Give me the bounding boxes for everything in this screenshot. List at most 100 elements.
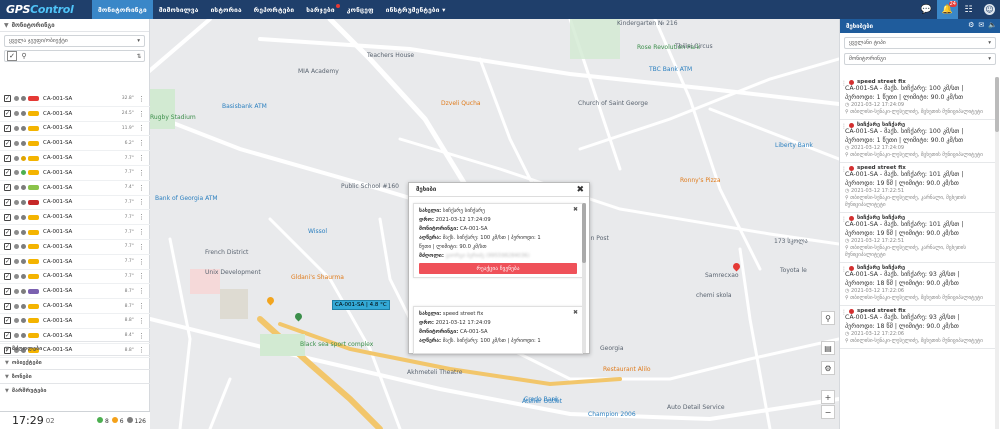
vehicle-row[interactable]: ✓ CA-001-SA 7.7° ⋮: [0, 196, 150, 211]
app-logo[interactable]: GPS Control: [0, 0, 92, 19]
kebab-menu-icon[interactable]: ⋮: [138, 169, 145, 177]
vehicle-row[interactable]: ✓ CA-001-SA 7.7° ⋮: [0, 151, 150, 166]
event-item[interactable]: ⋮ სიჩქარე სიჩქარე CA-001-SA - მაქს. სიჩქარ…: [840, 263, 995, 306]
event-type-select[interactable]: ყველანი ტიპი ▾: [844, 37, 996, 49]
kebab-menu-icon[interactable]: ⋮: [138, 287, 145, 295]
kebab-menu-icon[interactable]: ⋮: [841, 123, 847, 130]
map-poi-label[interactable]: Unix Development: [205, 269, 261, 276]
nav-item-4[interactable]: ხარჯები: [300, 0, 341, 19]
vehicle-row[interactable]: ✓ CA-001-SA 11.9° ⋮: [0, 122, 150, 137]
vehicle-row[interactable]: ✓ CA-001-SA 6.2° ⋮: [0, 136, 150, 152]
kebab-menu-icon[interactable]: ⋮: [841, 309, 847, 316]
map-poi-label[interactable]: Liberty Bank: [775, 142, 813, 149]
map-poi-label[interactable]: Toyota le: [780, 267, 807, 274]
vehicle-checkbox[interactable]: ✓: [4, 95, 11, 103]
event-object-select[interactable]: მონიტორინგი ▾: [844, 53, 996, 65]
mail-icon[interactable]: ✉: [978, 21, 984, 29]
events-scrollbar[interactable]: [995, 77, 999, 429]
map-poi-label[interactable]: Atelier Outlet: [522, 398, 562, 405]
map-poi-label[interactable]: Teachers House: [367, 52, 414, 59]
kebab-menu-icon[interactable]: ⋮: [138, 258, 145, 266]
show-reaction-button[interactable]: რეაქცია ჩვენება: [419, 263, 577, 274]
map-poi-label[interactable]: TBC Bank ATM: [649, 66, 692, 73]
event-item[interactable]: ⋮ speed street fix CA-001-SA - მაქს. სიჩქა…: [840, 77, 995, 120]
map-poi-label[interactable]: Bank of Georgia ATM: [155, 195, 218, 202]
map-poi-label[interactable]: Champion 2006: [588, 411, 636, 418]
vehicle-row[interactable]: ✓ CA-001-SA 7.7° ⋮: [0, 255, 150, 270]
settings-icon[interactable]: ⚙: [968, 21, 974, 29]
kebab-menu-icon[interactable]: ⋮: [841, 80, 847, 87]
map-search-icon[interactable]: ⚲: [821, 311, 835, 325]
vehicle-row[interactable]: ✓ CA-001-SA 8.8° ⋮: [0, 314, 150, 329]
kebab-menu-icon[interactable]: ⋮: [841, 266, 847, 273]
sort-icon[interactable]: ⇅: [134, 53, 144, 60]
section-header[interactable]: ▼ მძღოლები: [0, 341, 150, 355]
sound-icon[interactable]: 🔈: [988, 21, 997, 29]
select-all-checkbox[interactable]: ✓: [7, 51, 17, 61]
vehicle-checkbox[interactable]: ✓: [4, 198, 11, 206]
vehicle-row[interactable]: ✓ CA-001-SA 7.4° ⋮: [0, 181, 150, 196]
event-item[interactable]: ⋮ სიჩქარე სიჩქარე CA-001-SA - მაქს. სიჩქარ…: [840, 213, 995, 263]
map-poi-label[interactable]: Church of Saint George: [578, 100, 648, 107]
map-poi-label[interactable]: Dzveli Qucha: [441, 100, 481, 107]
search-icon[interactable]: ⚲: [19, 52, 29, 60]
kebab-menu-icon[interactable]: ⋮: [138, 95, 145, 103]
section-header[interactable]: ▼ მარშრუტები: [0, 383, 150, 397]
vehicle-checkbox[interactable]: ✓: [4, 169, 11, 177]
kebab-menu-icon[interactable]: ⋮: [138, 272, 145, 280]
vehicle-checkbox[interactable]: ✓: [4, 243, 11, 251]
nav-item-0[interactable]: მონიტორინგი: [92, 0, 153, 19]
vehicle-row[interactable]: ✓ CA-001-SA 7.7° ⋮: [0, 240, 150, 255]
section-header[interactable]: ▼ ზონები: [0, 369, 150, 383]
map-poi-label[interactable]: Gldani's Shaurma: [291, 274, 344, 281]
map-poi-label[interactable]: Samrecxao: [705, 272, 739, 279]
map-poi-label[interactable]: Tbilisi Circus: [675, 43, 713, 50]
map-poi-label[interactable]: 173 სკოლა: [774, 238, 808, 245]
notifications-bell-icon[interactable]: 🔔 24: [937, 0, 958, 19]
vehicle-row[interactable]: ✓ CA-001-SA 8.7° ⋮: [0, 284, 150, 300]
section-header[interactable]: ▼ ობიექტები: [0, 355, 150, 369]
nav-item-5[interactable]: კონცეფ: [341, 0, 380, 19]
map-poi-label[interactable]: Ronny's Pizza: [680, 177, 721, 184]
kebab-menu-icon[interactable]: ⋮: [841, 166, 847, 173]
vehicle-row[interactable]: ✓ CA-001-SA 24.5° ⋮: [0, 107, 150, 122]
kebab-menu-icon[interactable]: ⋮: [138, 317, 145, 325]
nav-item-1[interactable]: მიმოხილვა: [153, 0, 205, 19]
popup-close-icon[interactable]: ✖: [576, 185, 584, 195]
events-scroll-thumb[interactable]: [995, 77, 999, 132]
vehicle-checkbox[interactable]: ✓: [4, 302, 11, 310]
vehicle-checkbox[interactable]: ✓: [4, 228, 11, 236]
vehicle-checkbox[interactable]: ✓: [4, 110, 11, 118]
event-item[interactable]: ⋮ speed street fix CA-001-SA - მაქს. სიჩქა…: [840, 306, 995, 349]
vehicle-row[interactable]: ✓ CA-001-SA 32.8° ⋮: [0, 92, 150, 107]
kebab-menu-icon[interactable]: ⋮: [138, 184, 145, 192]
user-avatar[interactable]: ☺: [979, 0, 1000, 19]
map-poi-label[interactable]: Auto Detail Service: [667, 404, 725, 411]
vehicle-checkbox[interactable]: ✓: [4, 287, 11, 295]
kebab-menu-icon[interactable]: ⋮: [138, 213, 145, 221]
vehicle-checkbox[interactable]: ✓: [4, 213, 11, 221]
grid-apps-icon[interactable]: ☷: [958, 0, 979, 19]
map-poi-label[interactable]: Rugby Stadium: [150, 114, 196, 121]
vehicle-checkbox[interactable]: ✓: [4, 258, 11, 266]
kebab-menu-icon[interactable]: ⋮: [138, 110, 145, 118]
vehicle-checkbox[interactable]: ✓: [4, 124, 11, 132]
map-poi-label[interactable]: Restaurant Alilo: [603, 366, 651, 373]
map-layers-icon[interactable]: ▤: [821, 341, 835, 355]
vehicle-checkbox[interactable]: ✓: [4, 184, 11, 192]
vehicle-row[interactable]: ✓ CA-001-SA 7.7° ⋮: [0, 210, 150, 226]
popup-scrollbar[interactable]: [582, 203, 586, 353]
vehicle-checkbox[interactable]: ✓: [4, 332, 11, 340]
map-poi-label[interactable]: Kindergarten № 216: [617, 20, 678, 27]
event-item[interactable]: ⋮ სიჩქარე სიჩქარე CA-001-SA - მაქს. სიჩქარ…: [840, 120, 995, 163]
map-poi-label[interactable]: Akhmeteli Theatre: [407, 369, 462, 376]
vehicle-checkbox[interactable]: ✓: [4, 139, 11, 147]
vehicle-tag[interactable]: CA-001-SA | 4.8 °C: [332, 300, 390, 310]
map-poi-label[interactable]: Black sea sport complex: [300, 341, 373, 348]
zoom-out-button[interactable]: −: [821, 405, 835, 419]
kebab-menu-icon[interactable]: ⋮: [138, 243, 145, 251]
map-poi-label[interactable]: Basisbank ATM: [222, 103, 267, 110]
kebab-menu-icon[interactable]: ⋮: [138, 332, 145, 340]
vehicle-checkbox[interactable]: ✓: [4, 317, 11, 325]
chat-icon[interactable]: 💬: [916, 0, 937, 19]
